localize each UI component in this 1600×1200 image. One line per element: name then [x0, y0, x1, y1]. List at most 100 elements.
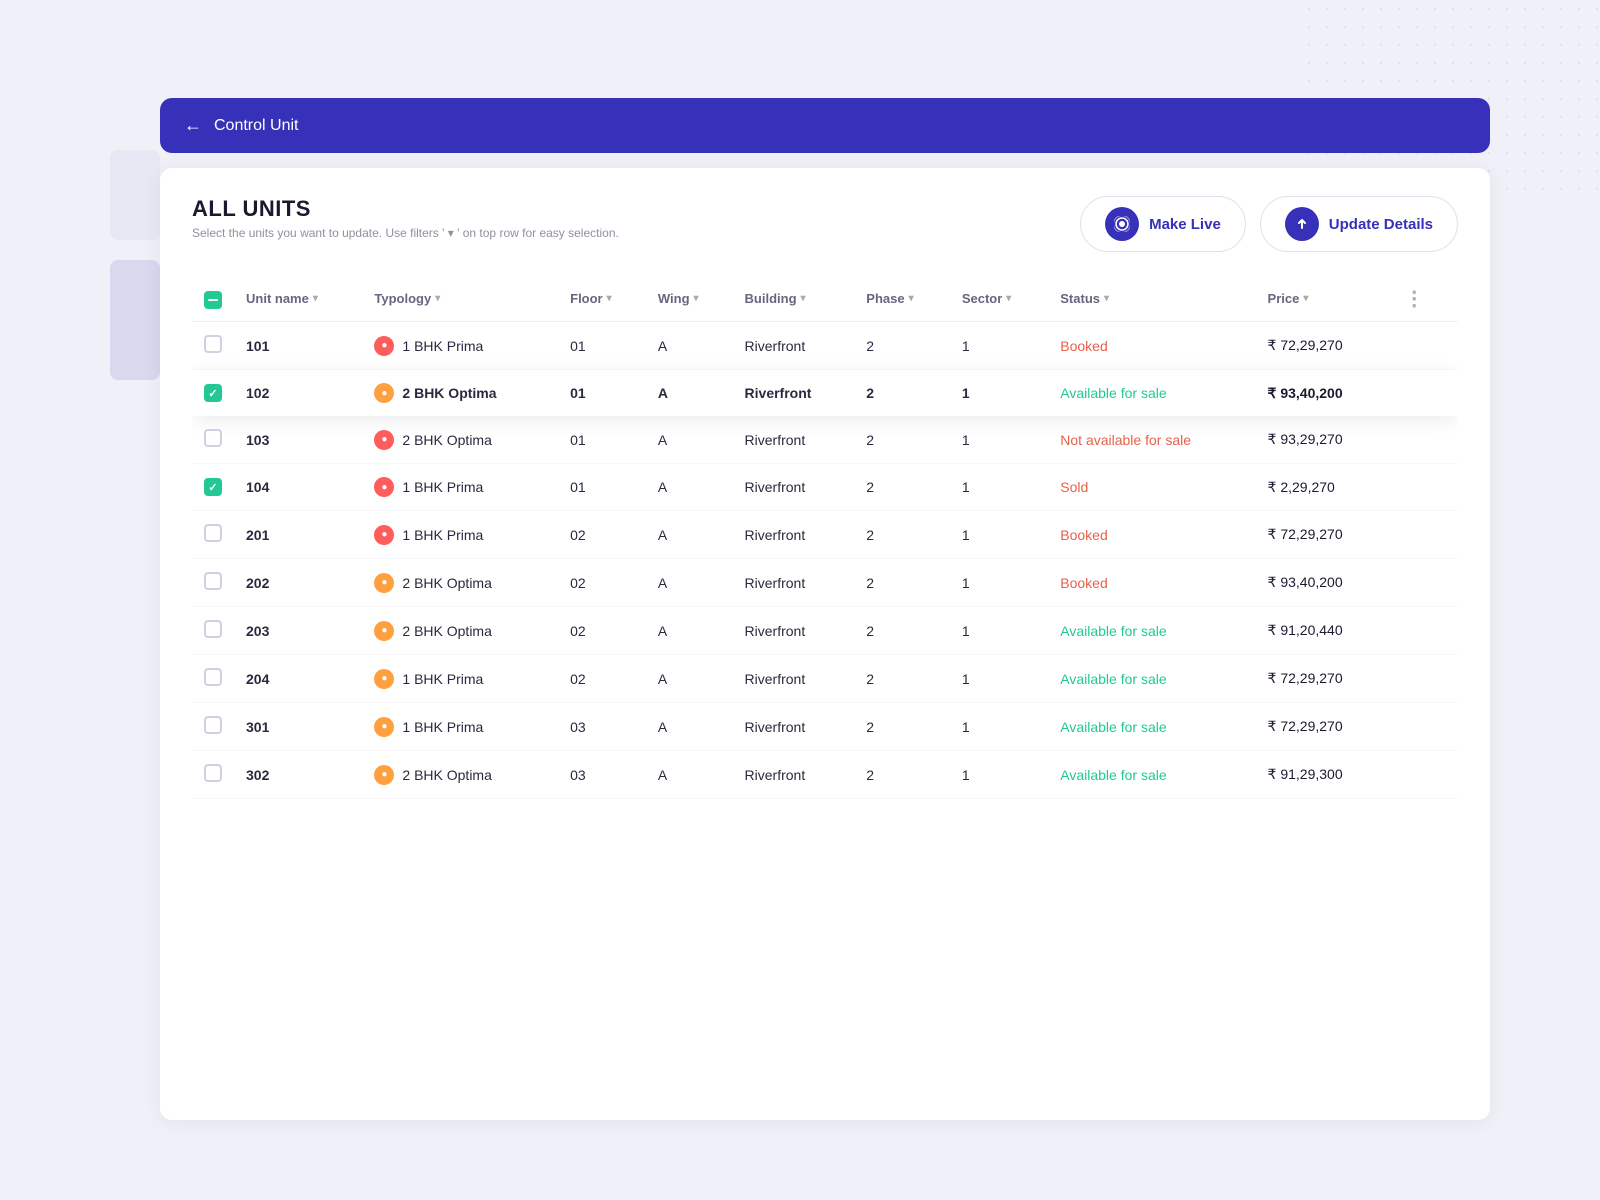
status-badge-302: Available for sale [1060, 767, 1166, 783]
typology-cell-301: ● 1 BHK Prima [362, 703, 558, 751]
phase-cell-104: 2 [854, 464, 950, 511]
price-cell-104: ₹ 2,29,270 [1256, 464, 1389, 511]
checkbox-cell-103[interactable] [192, 416, 234, 464]
checkbox-201[interactable] [204, 524, 222, 542]
unit-name-cell-102: 102 [234, 370, 362, 417]
checkbox-cell-201[interactable] [192, 511, 234, 559]
table-row: 204 ● 1 BHK Prima 02 A Riverfront 2 1 Av… [192, 655, 1458, 703]
building-cell-201: Riverfront [733, 511, 855, 559]
header-floor[interactable]: Floor ▾ [558, 276, 646, 322]
price-chevron-icon: ▾ [1303, 293, 1308, 304]
table-row: 104 ● 1 BHK Prima 01 A Riverfront 2 1 So… [192, 464, 1458, 511]
header-sector[interactable]: Sector ▾ [950, 276, 1048, 322]
phase-cell-103: 2 [854, 416, 950, 464]
sector-cell-104: 1 [950, 464, 1048, 511]
header-price[interactable]: Price ▾ [1256, 276, 1389, 322]
status-chevron-icon: ▾ [1104, 293, 1109, 304]
typology-label-204: 1 BHK Prima [402, 671, 483, 687]
card-header: ALL UNITS Select the units you want to u… [192, 196, 1458, 252]
typology-cell-103: ● 2 BHK Optima [362, 416, 558, 464]
checkbox-cell-301[interactable] [192, 703, 234, 751]
typology-chevron-icon: ▾ [435, 293, 440, 304]
checkbox-cell-102[interactable] [192, 370, 234, 417]
status-cell-201: Booked [1048, 511, 1255, 559]
checkbox-204[interactable] [204, 668, 222, 686]
main-card: ALL UNITS Select the units you want to u… [160, 168, 1490, 1120]
header-more: ⋮ [1388, 276, 1458, 322]
typology-cell-202: ● 2 BHK Optima [362, 559, 558, 607]
wing-chevron-icon: ▾ [694, 293, 699, 304]
building-cell-203: Riverfront [733, 607, 855, 655]
price-cell-201: ₹ 72,29,270 [1256, 511, 1389, 559]
checkbox-cell-202[interactable] [192, 559, 234, 607]
topbar-title: Control Unit [214, 117, 298, 135]
make-live-icon [1105, 207, 1139, 241]
status-cell-101: Booked [1048, 322, 1255, 370]
checkbox-104[interactable] [204, 478, 222, 496]
unit-name-cell-202: 202 [234, 559, 362, 607]
checkbox-cell-204[interactable] [192, 655, 234, 703]
header-status[interactable]: Status ▾ [1048, 276, 1255, 322]
typology-dot-302: ● [374, 765, 394, 785]
wing-cell-102: A [646, 370, 733, 417]
checkbox-cell-302[interactable] [192, 751, 234, 799]
topbar: ← Control Unit [160, 98, 1490, 153]
typology-dot-204: ● [374, 669, 394, 689]
phase-cell-201: 2 [854, 511, 950, 559]
unit-name-cell-201: 201 [234, 511, 362, 559]
sector-cell-202: 1 [950, 559, 1048, 607]
status-cell-103: Not available for sale [1048, 416, 1255, 464]
typology-cell-102: ● 2 BHK Optima [362, 370, 558, 417]
price-cell-202: ₹ 93,40,200 [1256, 559, 1389, 607]
wing-cell-203: A [646, 607, 733, 655]
checkbox-301[interactable] [204, 716, 222, 734]
floor-chevron-icon: ▾ [607, 293, 612, 304]
wing-cell-202: A [646, 559, 733, 607]
checkbox-203[interactable] [204, 620, 222, 638]
header-wing[interactable]: Wing ▾ [646, 276, 733, 322]
header-unit-name[interactable]: Unit name ▾ [234, 276, 362, 322]
price-cell-101: ₹ 72,29,270 [1256, 322, 1389, 370]
header-building[interactable]: Building ▾ [733, 276, 855, 322]
make-live-button[interactable]: Make Live [1080, 196, 1246, 252]
checkbox-202[interactable] [204, 572, 222, 590]
building-cell-301: Riverfront [733, 703, 855, 751]
typology-cell-101: ● 1 BHK Prima [362, 322, 558, 370]
checkbox-cell-104[interactable] [192, 464, 234, 511]
typology-dot-103: ● [374, 430, 394, 450]
price-cell-301: ₹ 72,29,270 [1256, 703, 1389, 751]
make-live-label: Make Live [1149, 216, 1221, 233]
phase-cell-202: 2 [854, 559, 950, 607]
phase-cell-101: 2 [854, 322, 950, 370]
typology-cell-203: ● 2 BHK Optima [362, 607, 558, 655]
checkbox-102[interactable] [204, 384, 222, 402]
floor-cell-203: 02 [558, 607, 646, 655]
header-checkbox[interactable] [204, 291, 222, 309]
checkbox-cell-203[interactable] [192, 607, 234, 655]
more-cell-301 [1388, 703, 1458, 751]
floor-cell-204: 02 [558, 655, 646, 703]
typology-cell-204: ● 1 BHK Prima [362, 655, 558, 703]
building-chevron-icon: ▾ [801, 293, 806, 304]
more-cell-203 [1388, 607, 1458, 655]
typology-dot-202: ● [374, 573, 394, 593]
update-details-button[interactable]: Update Details [1260, 196, 1458, 252]
header-phase[interactable]: Phase ▾ [854, 276, 950, 322]
phase-cell-203: 2 [854, 607, 950, 655]
back-button[interactable]: ← [184, 115, 202, 136]
checkbox-302[interactable] [204, 764, 222, 782]
more-options-icon[interactable]: ⋮ [1400, 288, 1428, 310]
card-header-left: ALL UNITS Select the units you want to u… [192, 196, 619, 240]
typology-label-302: 2 BHK Optima [402, 767, 491, 783]
header-typology[interactable]: Typology ▾ [362, 276, 558, 322]
sector-cell-301: 1 [950, 703, 1048, 751]
typology-dot-101: ● [374, 336, 394, 356]
checkbox-103[interactable] [204, 429, 222, 447]
checkbox-101[interactable] [204, 335, 222, 353]
units-table: Unit name ▾ Typology ▾ Floor ▾ [192, 276, 1458, 799]
typology-label-201: 1 BHK Prima [402, 527, 483, 543]
price-cell-203: ₹ 91,20,440 [1256, 607, 1389, 655]
phase-cell-102: 2 [854, 370, 950, 417]
header-checkbox-col[interactable] [192, 276, 234, 322]
checkbox-cell-101[interactable] [192, 322, 234, 370]
